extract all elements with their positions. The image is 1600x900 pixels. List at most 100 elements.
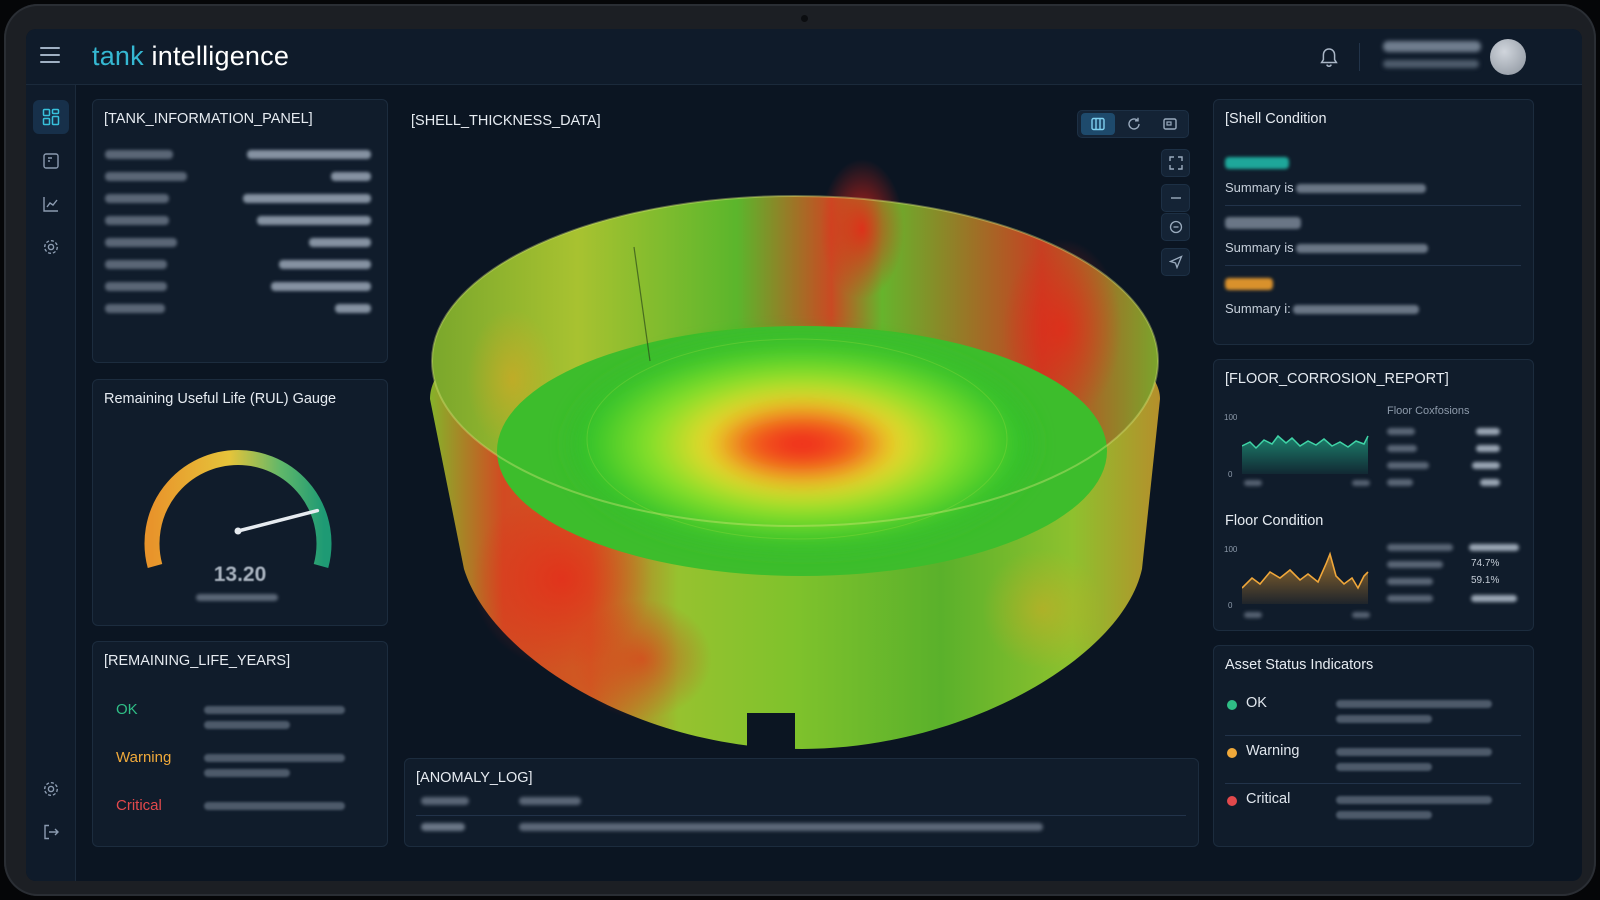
panel-title: [Shell Condition [1225,111,1327,127]
nav-reports[interactable] [33,144,69,178]
status-dot-ok [1227,700,1237,710]
tank-door-notch [747,713,795,749]
window-icon [1163,118,1177,130]
status-bar [1336,715,1432,723]
legend-value [1471,595,1517,602]
side-nav [26,85,76,881]
settings-icon [43,781,59,797]
status-ok-label: OK [116,701,138,718]
shell-thickness-3d-viewer[interactable] [402,99,1199,754]
floor-condition-value-2: 59.1% [1471,575,1500,586]
gauge-hub [234,527,242,535]
legend-value [1476,445,1500,452]
logout-icon [44,824,59,840]
divider [1225,205,1521,206]
section-heading [1225,217,1301,229]
panel-title: [ANOMALY_LOG] [416,770,533,786]
floor-heatmap [572,339,1032,549]
status-bar [1336,748,1492,756]
brand-prefix: tank [92,41,144,71]
divider [1225,735,1521,736]
nav-settings[interactable] [33,230,69,264]
table-cell[interactable] [421,823,465,831]
floor-corrosion-report-panel: [FLOOR_CORROSION_REPORT] Floor Coxfosion… [1213,359,1534,631]
rim-hotspot [820,159,904,299]
reset-view-button[interactable] [1161,213,1190,241]
x-tick [1352,612,1370,618]
remaining-life-years-panel: [REMAINING_LIFE_YEARS] OK Warning Critic… [92,641,388,847]
legend-key [1387,561,1443,568]
status-bar [204,769,290,777]
asset-status-critical: Critical [1246,791,1291,807]
share-button[interactable] [1161,248,1190,276]
notifications-bell-icon[interactable] [1316,45,1342,71]
user-name[interactable] [1383,41,1481,52]
column-header [519,797,581,805]
section-heading [1225,278,1273,290]
panel-title: Asset Status Indicators [1225,657,1374,673]
hamburger-menu-icon[interactable] [40,47,60,63]
tank-information-panel: [TANK_INFORMATION_PANEL] [92,99,388,363]
divider [1225,265,1521,266]
avatar[interactable] [1490,39,1526,75]
condition-section: Summary is [1225,217,1521,255]
panel-title: [FLOOR_CORROSION_REPORT] [1225,371,1449,387]
status-bar [204,706,345,714]
condition-section: Summary i: [1225,278,1521,316]
status-bar [1336,763,1432,771]
anomaly-log-panel: [ANOMALY_LOG] [404,758,1199,847]
nav-logout[interactable] [33,815,69,849]
topbar-divider [1359,43,1360,71]
status-bar [204,721,290,729]
condition-section: Summary is [1225,157,1521,195]
info-row [105,260,371,270]
legend-value [1469,544,1519,551]
asset-status-ok: OK [1246,695,1267,711]
nav-dashboard[interactable] [33,100,69,134]
send-icon [1168,255,1183,269]
section-summary: Summary i: [1225,301,1419,316]
legend-key [1387,428,1415,435]
section-heading [1225,157,1289,169]
nav-trends[interactable] [33,187,69,221]
status-bar [204,802,345,810]
wall-hotspot [982,549,1102,669]
rul-unit [196,594,278,601]
table-cell[interactable] [519,823,1043,831]
status-bar [1336,796,1492,804]
dashboard-icon [42,108,60,126]
zoom-out-button[interactable] [1161,184,1190,212]
status-bar [204,754,345,762]
wall-hotspot [572,599,712,719]
panel-title: [TANK_INFORMATION_PANEL] [104,111,313,127]
rul-value: 13.20 [213,563,267,586]
legend-key [1387,445,1417,452]
fullscreen-button[interactable] [1161,149,1190,177]
info-row [105,304,371,314]
trend-chart-icon [43,197,58,212]
floor-condition-sparkline [1242,551,1369,604]
x-tick [1244,612,1262,618]
expand-view-button[interactable] [1153,113,1187,135]
y-axis-max: 100 [1224,413,1238,422]
asset-status-warning: Warning [1246,743,1300,759]
legend-key [1387,595,1433,602]
info-row [105,238,371,248]
y-axis-min: 0 [1228,601,1233,610]
minus-icon [1170,197,1181,199]
nav-settings-bottom[interactable] [33,772,69,806]
camera [801,15,808,22]
user-role [1383,60,1479,68]
legend-key [1387,479,1413,486]
floor-condition-title: Floor Condition [1225,513,1324,529]
app-brand: tank intelligence [92,41,289,72]
legend-value [1472,462,1500,469]
rul-gauge-panel: Remaining Useful Life (RUL) Gauge 13.20 [92,379,388,626]
refresh-button[interactable] [1117,113,1151,135]
status-dot-critical [1227,796,1237,806]
legend-key [1387,462,1429,469]
y-axis-min: 0 [1228,470,1233,479]
split-view-button[interactable] [1081,113,1115,135]
panel-title: [REMAINING_LIFE_YEARS] [104,653,291,669]
brand-suffix: intelligence [151,41,290,71]
